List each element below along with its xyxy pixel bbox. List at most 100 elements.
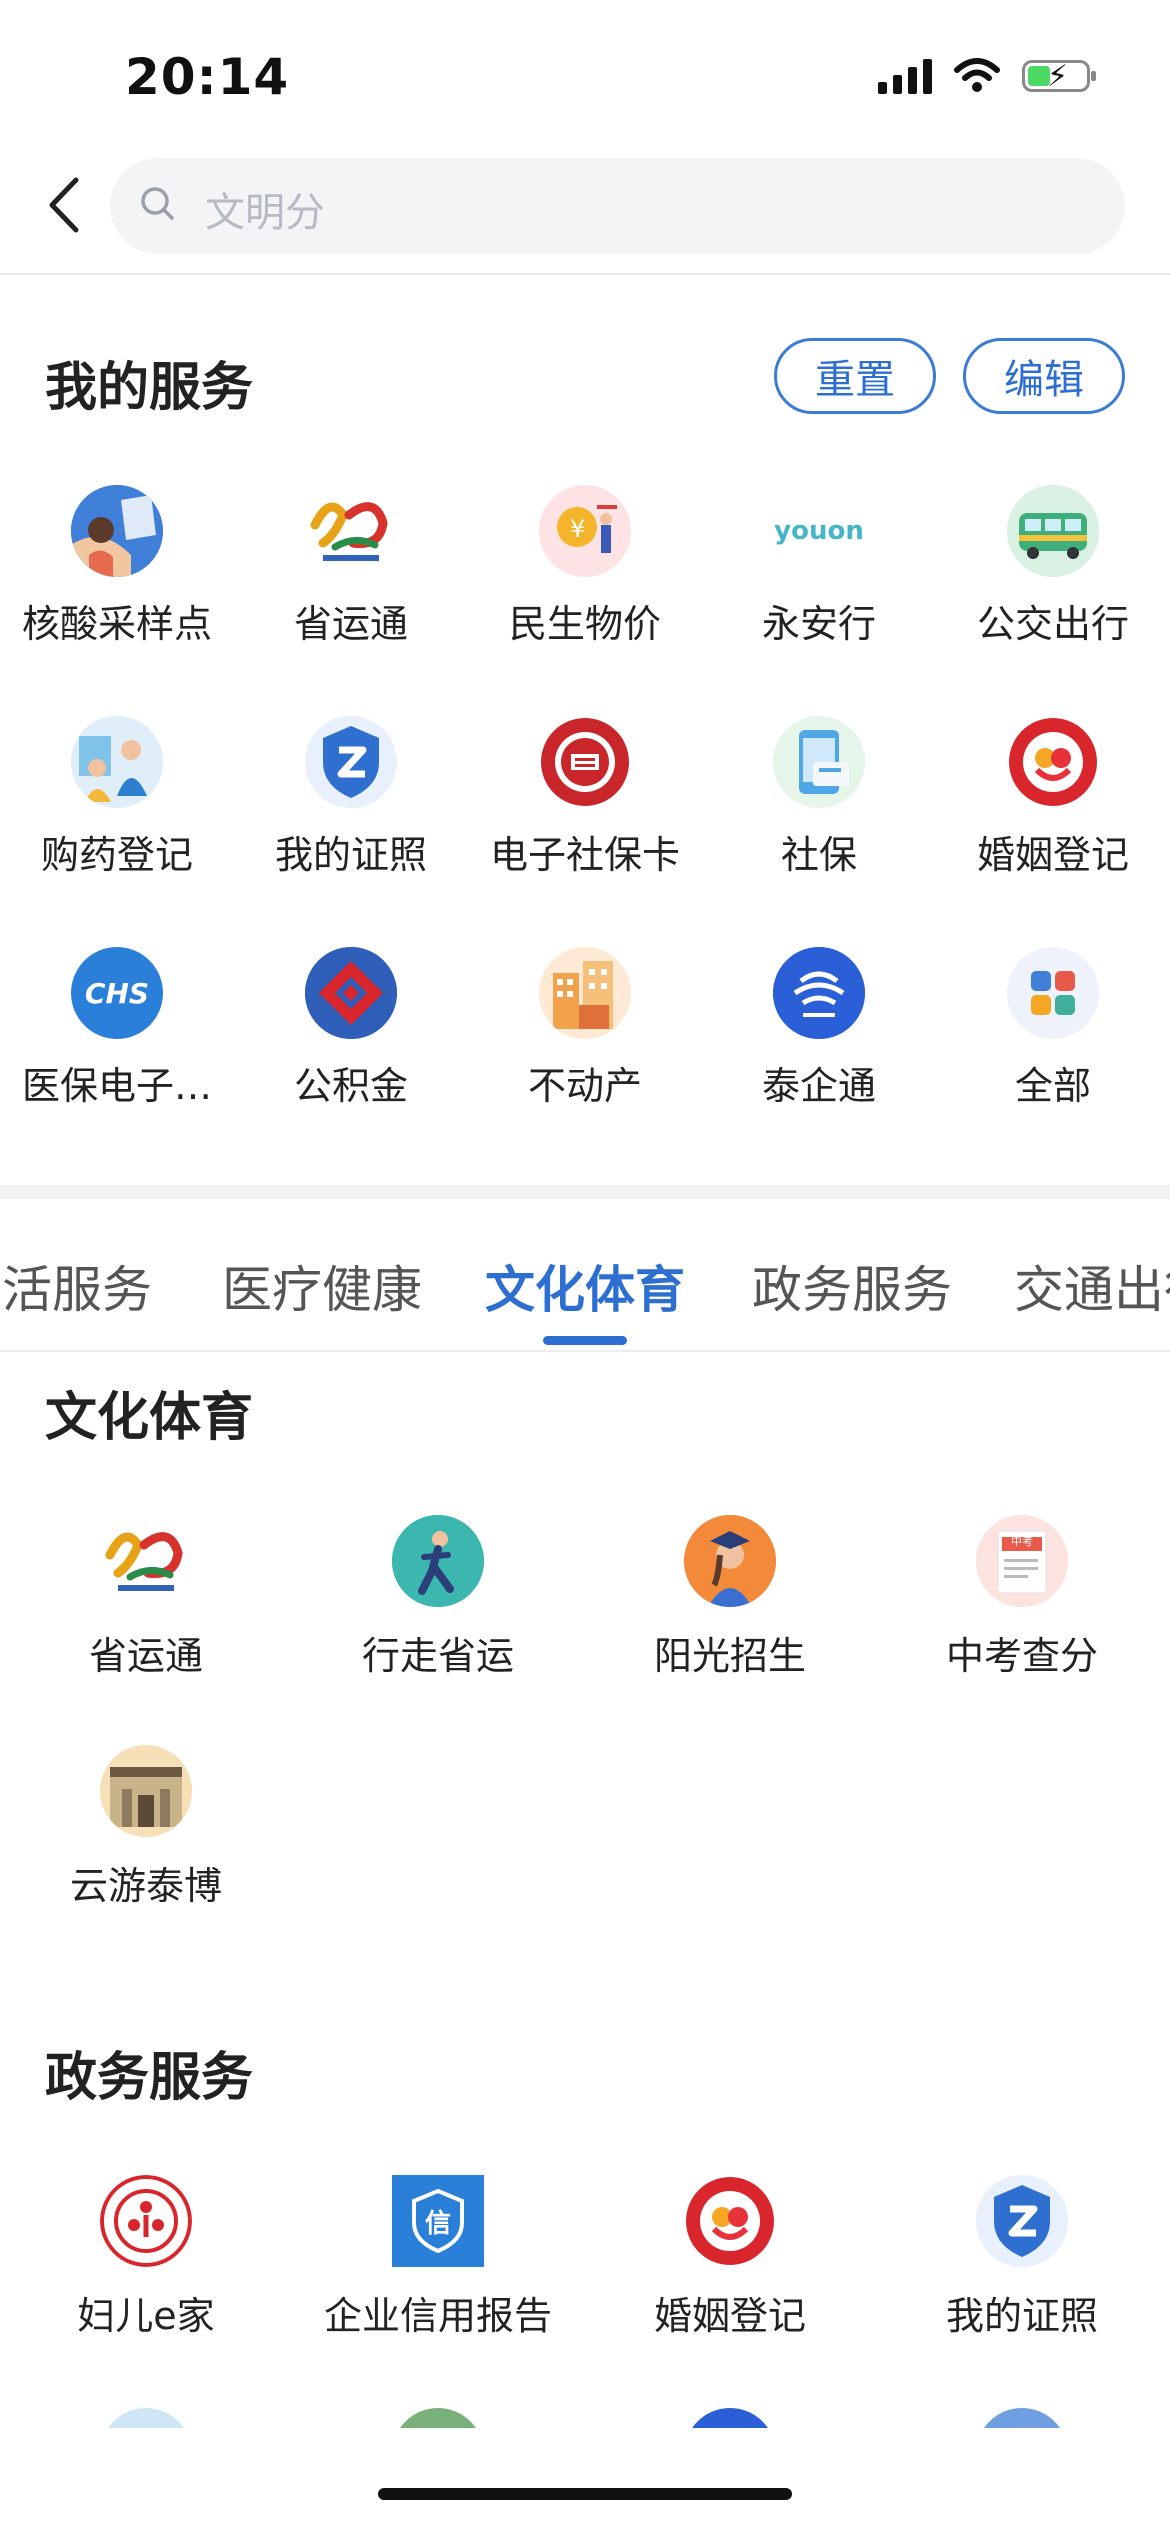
exam-score-icon: 中考	[976, 1515, 1068, 1607]
partial-row-icon	[976, 2408, 1068, 2428]
chevron-left-icon	[49, 177, 79, 233]
service-youon[interactable]: youon 永安行	[702, 485, 936, 648]
gov-item-label: 企业信用报告	[323, 2294, 552, 2338]
gov-item-marriage[interactable]: 婚姻登记	[584, 2175, 876, 2340]
medicine-registration-icon	[71, 716, 163, 808]
service-social-security-card[interactable]: 电子社保卡	[468, 716, 702, 879]
partial-row-icon	[100, 2408, 192, 2428]
battery-charging-icon: ⚡	[1022, 59, 1096, 94]
culture-item-label: 省运通	[88, 1634, 203, 1678]
service-my-license[interactable]: 我的证照	[234, 716, 468, 879]
service-bus[interactable]: 公交出行	[936, 485, 1170, 648]
search-input[interactable]: 文明分	[110, 158, 1125, 254]
bus-icon	[1007, 485, 1099, 577]
culture-item-museum[interactable]: 云游泰博	[0, 1745, 292, 1910]
service-label: 电子社保卡	[489, 833, 680, 877]
chs-logo-text: CHS	[84, 976, 150, 1010]
walking-runner-icon	[392, 1515, 484, 1607]
section-separator	[0, 1185, 1170, 1199]
graduate-icon	[684, 1515, 776, 1607]
active-tab-indicator	[543, 1336, 627, 1345]
wifi-icon	[954, 58, 1000, 92]
service-label: 我的证照	[274, 833, 427, 877]
museum-icon	[100, 1745, 192, 1837]
nucleic-test-icon	[71, 485, 163, 577]
service-housing-fund[interactable]: 公积金	[234, 947, 468, 1110]
gov-item-label: 婚姻登记	[653, 2294, 806, 2338]
license-shield-icon	[305, 716, 397, 808]
gov-item-label: 妇儿e家	[77, 2294, 215, 2338]
service-marriage-registration[interactable]: 婚姻登记	[936, 716, 1170, 879]
gov-section-title: 政务服务	[45, 2048, 254, 2108]
youon-logo-icon: youon	[773, 485, 865, 577]
search-icon	[141, 187, 174, 220]
youon-logo-text: youon	[774, 516, 864, 546]
all-apps-icon	[1007, 947, 1099, 1039]
marriage-registration-icon	[684, 2175, 776, 2267]
tab-government-services[interactable]: 政务服务	[752, 1250, 952, 1322]
service-label: 省运通	[293, 602, 408, 646]
license-shield-icon	[976, 2175, 1068, 2267]
tab-medical-health[interactable]: 医疗健康	[222, 1250, 422, 1322]
culture-item-exam-score[interactable]: 中考 中考查分	[876, 1515, 1168, 1680]
housing-fund-icon	[305, 947, 397, 1039]
svg-text:¥: ¥	[570, 515, 585, 543]
status-icons: ⚡	[878, 58, 1096, 94]
gov-item-my-license[interactable]: 我的证照	[876, 2175, 1168, 2340]
social-insurance-icon	[773, 716, 865, 808]
gov-item-label: 我的证照	[945, 2294, 1098, 2338]
service-nucleic-test[interactable]: 核酸采样点	[0, 485, 234, 648]
service-label: 医保电子…	[21, 1064, 212, 1108]
culture-item-label: 行走省运	[361, 1634, 514, 1678]
service-medical-insurance-ecard[interactable]: CHS 医保电子…	[0, 947, 234, 1110]
status-time: 20:14	[125, 48, 290, 106]
tab-life-services[interactable]: 生活服务	[0, 1250, 152, 1322]
tabs-divider	[0, 1350, 1170, 1352]
culture-item-walking[interactable]: 行走省运	[292, 1515, 584, 1680]
search-placeholder: 文明分	[205, 190, 325, 236]
service-price[interactable]: ¥ 民生物价	[468, 485, 702, 648]
credit-report-icon: 信	[392, 2175, 484, 2267]
gov-item-credit-report[interactable]: 信 企业信用报告	[292, 2175, 584, 2340]
price-icon: ¥	[539, 485, 631, 577]
marriage-registration-icon	[1007, 716, 1099, 808]
service-real-estate[interactable]: 不动产	[468, 947, 702, 1110]
culture-item-admissions[interactable]: 阳光招生	[584, 1515, 876, 1680]
service-sports-games[interactable]: 省运通	[234, 485, 468, 648]
taiqitong-icon	[773, 947, 865, 1039]
culture-item-label: 云游泰博	[69, 1864, 222, 1908]
partial-row-icon	[684, 2408, 776, 2428]
service-label: 核酸采样点	[21, 602, 212, 646]
reset-button[interactable]: 重置	[774, 338, 936, 414]
real-estate-icon	[539, 947, 631, 1039]
back-button[interactable]	[40, 170, 90, 240]
edit-button[interactable]: 编辑	[963, 338, 1125, 414]
service-label: 全部	[1014, 1064, 1091, 1108]
tab-culture-sports[interactable]: 文化体育	[485, 1250, 685, 1322]
service-label: 婚姻登记	[976, 833, 1129, 877]
chs-medical-insurance-icon: CHS	[71, 947, 163, 1039]
sports-games-logo-icon	[100, 1515, 192, 1607]
culture-section-title: 文化体育	[45, 1388, 254, 1448]
service-label: 公交出行	[976, 602, 1129, 646]
service-all[interactable]: 全部	[936, 947, 1170, 1110]
gov-item-women-children[interactable]: 妇儿e家	[0, 2175, 292, 2340]
service-label: 公积金	[293, 1064, 408, 1108]
service-label: 购药登记	[40, 833, 193, 877]
service-social-insurance[interactable]: 社保	[702, 716, 936, 879]
culture-item-label: 中考查分	[945, 1634, 1098, 1678]
tab-transportation[interactable]: 交通出行	[1014, 1250, 1170, 1322]
cellular-signal-icon	[878, 58, 932, 94]
home-indicator[interactable]	[378, 2488, 792, 2500]
service-taiqitong[interactable]: 泰企通	[702, 947, 936, 1110]
sports-games-logo-icon	[305, 485, 397, 577]
service-label: 社保	[780, 833, 857, 877]
header-divider	[0, 273, 1170, 275]
service-medicine-registration[interactable]: 购药登记	[0, 716, 234, 879]
culture-item-label: 阳光招生	[653, 1634, 806, 1678]
social-security-card-icon	[539, 716, 631, 808]
category-tabs: 生活服务 医疗健康 文化体育 政务服务 交通出行	[0, 1240, 1170, 1350]
culture-item-sports-games[interactable]: 省运通	[0, 1515, 292, 1680]
exam-badge-text: 中考	[1011, 1535, 1033, 1548]
service-label: 不动产	[527, 1064, 642, 1108]
